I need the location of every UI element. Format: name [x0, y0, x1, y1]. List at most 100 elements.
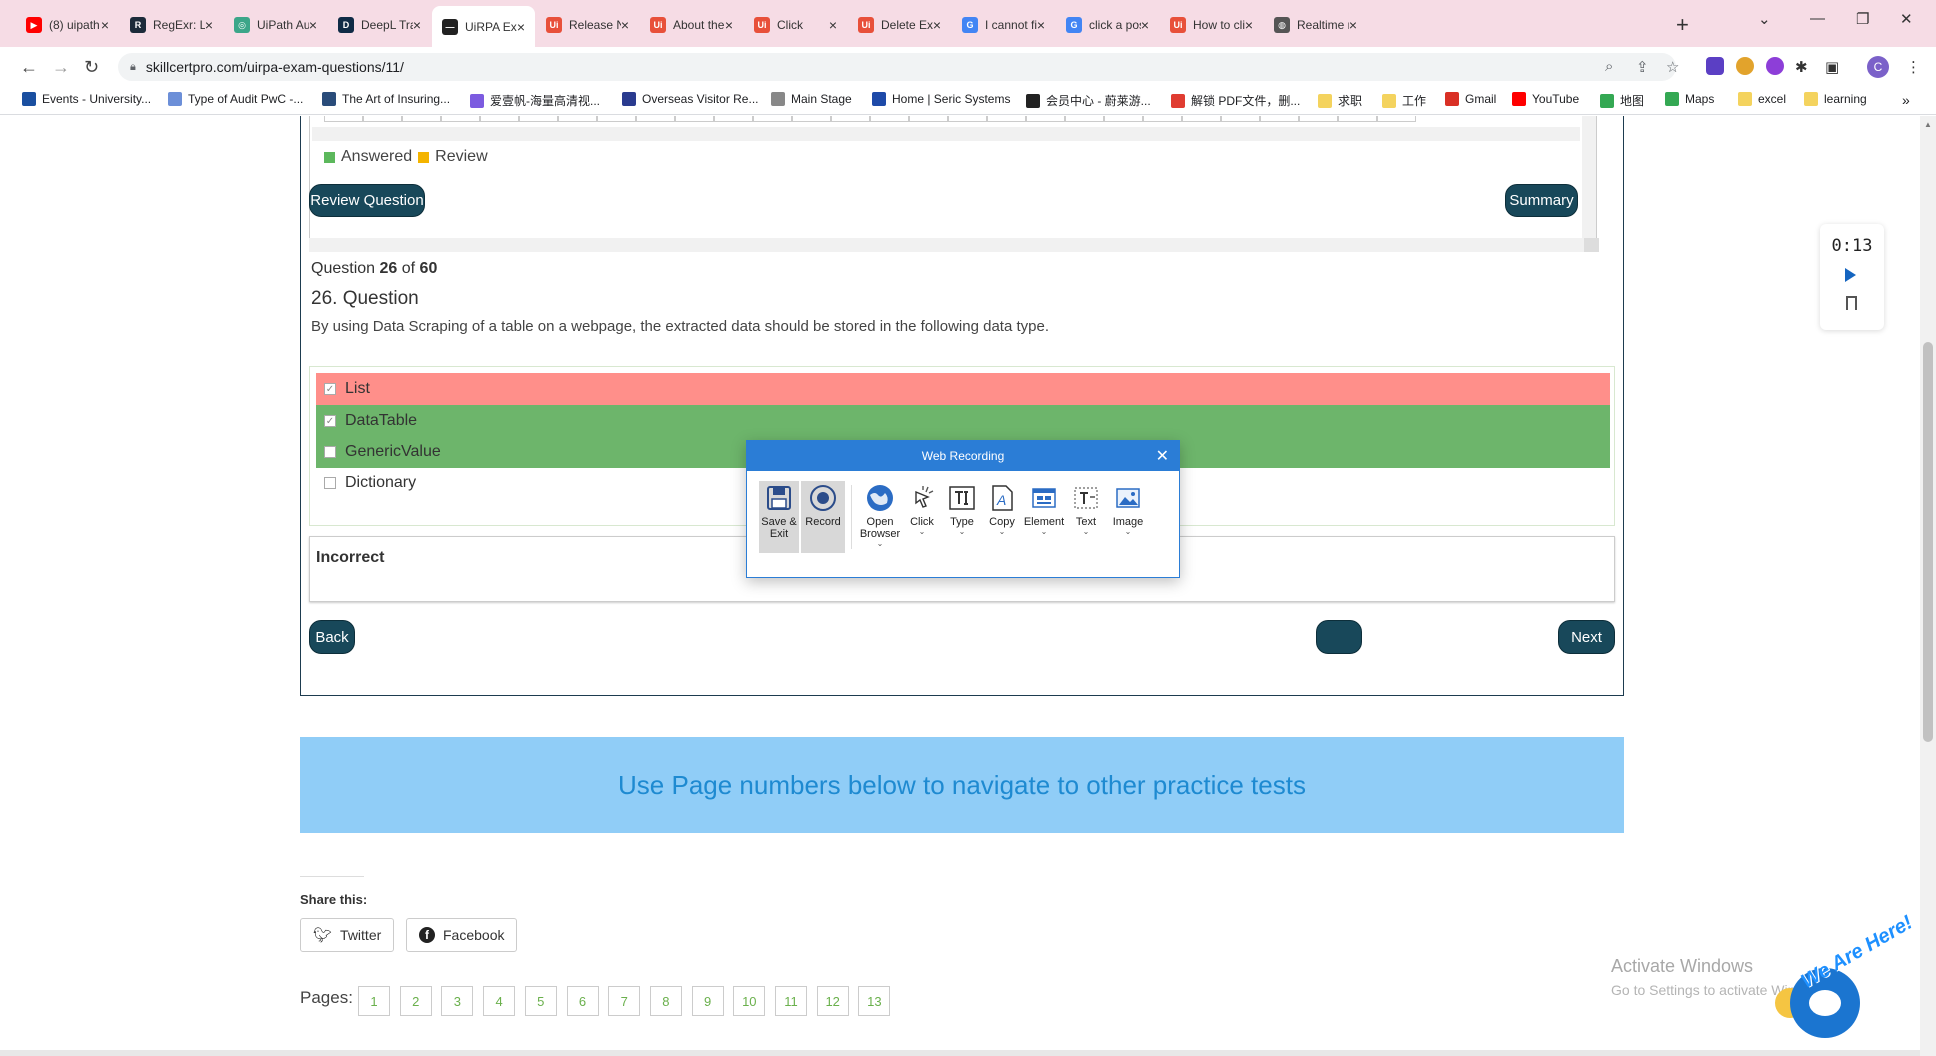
tab-close-icon[interactable]: ×: [413, 17, 421, 33]
question-nav-cell[interactable]: [1143, 116, 1182, 122]
bookmark-item[interactable]: Events - University...: [22, 92, 151, 106]
twitter-share-button[interactable]: 🐦︎ Twitter: [300, 918, 395, 952]
facebook-share-button[interactable]: f Facebook: [406, 918, 518, 952]
bookmark-item[interactable]: Overseas Visitor Re...: [622, 92, 758, 106]
forward-arrow-icon[interactable]: →: [52, 57, 70, 78]
url-input[interactable]: 🔒︎ skillcertpro.com/uirpa-exam-questions…: [118, 53, 1676, 81]
question-nav-cell[interactable]: [714, 116, 753, 122]
question-nav-cell[interactable]: [1182, 116, 1221, 122]
lock-icon[interactable]: 🔒︎: [130, 61, 136, 74]
page-link[interactable]: 13: [858, 986, 891, 1016]
tab-close-icon[interactable]: ×: [829, 17, 837, 33]
question-nav-cell[interactable]: [675, 116, 714, 122]
page-link[interactable]: 11: [775, 986, 807, 1016]
tab-close-icon[interactable]: ×: [621, 17, 629, 33]
question-nav-cell[interactable]: [753, 116, 792, 122]
page-link[interactable]: 1: [358, 986, 390, 1016]
tab-close-icon[interactable]: ×: [205, 17, 213, 33]
bookmark-item[interactable]: learning: [1804, 92, 1867, 106]
page-link[interactable]: 3: [441, 986, 474, 1016]
answer-checkbox[interactable]: ✓: [324, 415, 336, 427]
record-button[interactable]: Record: [801, 481, 845, 553]
page-vertical-scrollbar[interactable]: ▲: [1920, 116, 1936, 1056]
tab-close-icon[interactable]: ×: [1037, 17, 1045, 33]
page-link[interactable]: 5: [524, 986, 557, 1016]
browser-tab[interactable]: R RegExr: Lea×: [120, 9, 223, 41]
browser-tab[interactable]: Ui About the I×: [640, 9, 743, 41]
browser-tab[interactable]: Ui Delete Exce×: [848, 9, 951, 41]
browser-tab[interactable]: D DeepL Trans×: [328, 9, 431, 41]
question-nav-cell[interactable]: [948, 116, 987, 122]
side-panel-icon[interactable]: ▣: [1825, 58, 1839, 76]
browser-tab[interactable]: G I cannot fin×: [952, 9, 1055, 41]
panel-horizontal-scrollbar[interactable]: [309, 238, 1599, 252]
browser-tab[interactable]: Ui Release No×: [536, 9, 639, 41]
question-nav-cell[interactable]: [1026, 116, 1065, 122]
question-nav-cell[interactable]: [480, 116, 519, 122]
summary-button[interactable]: Summary: [1505, 184, 1578, 217]
page-link[interactable]: 10: [733, 986, 766, 1016]
bookmark-item[interactable]: YouTube: [1512, 92, 1579, 106]
bookmark-item[interactable]: Home | Seric Systems: [872, 92, 1010, 106]
question-nav-cell[interactable]: [1221, 116, 1260, 122]
question-nav-cell[interactable]: [870, 116, 909, 122]
bookmark-item[interactable]: excel: [1738, 92, 1786, 106]
bookmark-item[interactable]: The Art of Insuring...: [322, 92, 450, 106]
question-nav-cell[interactable]: [1260, 116, 1299, 122]
reload-icon[interactable]: ↻: [84, 57, 99, 78]
bookmark-star-icon[interactable]: ☆: [1666, 58, 1679, 76]
bookmark-item[interactable]: 会员中心 - 蔚莱游...: [1026, 92, 1151, 109]
question-nav-cell[interactable]: [324, 116, 363, 122]
bookmark-item[interactable]: 爱壹帆-海量高清视...: [470, 92, 600, 109]
bookmark-item[interactable]: 工作: [1382, 92, 1426, 109]
text-button[interactable]: Text ⌄: [1066, 481, 1106, 553]
question-nav-cell[interactable]: [1065, 116, 1104, 122]
question-nav-cell[interactable]: [1338, 116, 1377, 122]
answer-checkbox[interactable]: [324, 446, 336, 458]
navigator-horizontal-scrollbar[interactable]: [312, 127, 1580, 141]
browser-tab[interactable]: Gclick a posi×: [1056, 9, 1159, 41]
type-button[interactable]: Type ⌄: [942, 481, 982, 553]
answer-checkbox[interactable]: ✓: [324, 383, 336, 395]
question-nav-cell[interactable]: [1104, 116, 1143, 122]
question-nav-cell[interactable]: [909, 116, 948, 122]
tab-search-icon[interactable]: ⌄: [1758, 10, 1771, 28]
open-browser-button[interactable]: Open Browser ⌄: [858, 481, 902, 553]
review-question-button[interactable]: Review Question: [309, 184, 425, 217]
bookmark-item[interactable]: 地图: [1600, 92, 1644, 109]
browser-tab[interactable]: ▶ (8) uipath e×: [16, 9, 119, 41]
browser-tab[interactable]: Ui Click ×: [744, 9, 847, 41]
question-nav-cell[interactable]: [1299, 116, 1338, 122]
image-button[interactable]: Image ⌄: [1106, 481, 1150, 553]
bookmark-item[interactable]: 求职: [1318, 92, 1362, 109]
page-link[interactable]: 8: [649, 986, 682, 1016]
browser-tab[interactable]: Ui How to clic×: [1160, 9, 1263, 41]
extension-1-icon[interactable]: [1706, 57, 1724, 75]
element-button[interactable]: Element ⌄: [1022, 481, 1066, 553]
back-arrow-icon[interactable]: ←: [20, 57, 38, 78]
tab-close-icon[interactable]: ×: [517, 19, 525, 35]
browser-tab[interactable]: ◎ UiPath Auto×: [224, 9, 327, 41]
restore-icon[interactable]: ❐: [1856, 10, 1869, 28]
page-link[interactable]: 6: [566, 986, 599, 1016]
share-icon[interactable]: ⇪: [1636, 58, 1649, 76]
play-icon[interactable]: [1845, 268, 1856, 282]
scrollbar-thumb[interactable]: [1584, 238, 1599, 252]
tab-close-icon[interactable]: ×: [933, 17, 941, 33]
answer-option[interactable]: ✓ DataTable: [316, 405, 1610, 437]
zoom-icon[interactable]: ⌕: [1605, 58, 1613, 75]
question-nav-cell[interactable]: [597, 116, 636, 122]
close-icon[interactable]: ✕: [1156, 446, 1169, 466]
question-nav-cell[interactable]: [402, 116, 441, 122]
more-bookmarks-icon[interactable]: »: [1902, 92, 1910, 108]
next-button[interactable]: Next: [1558, 620, 1615, 654]
page-scrollbar-thumb[interactable]: [1923, 342, 1933, 742]
bookmark-item[interactable]: Gmail: [1445, 92, 1496, 106]
extension-3-icon[interactable]: [1766, 57, 1784, 75]
bookmark-item[interactable]: 解锁 PDF文件，删...: [1171, 92, 1300, 109]
tab-close-icon[interactable]: ×: [1141, 17, 1149, 33]
answer-checkbox[interactable]: [324, 477, 336, 489]
tab-close-icon[interactable]: ×: [101, 17, 109, 33]
browser-tab[interactable]: — UiRPA Exam×: [432, 6, 535, 47]
question-nav-cell[interactable]: [831, 116, 870, 122]
